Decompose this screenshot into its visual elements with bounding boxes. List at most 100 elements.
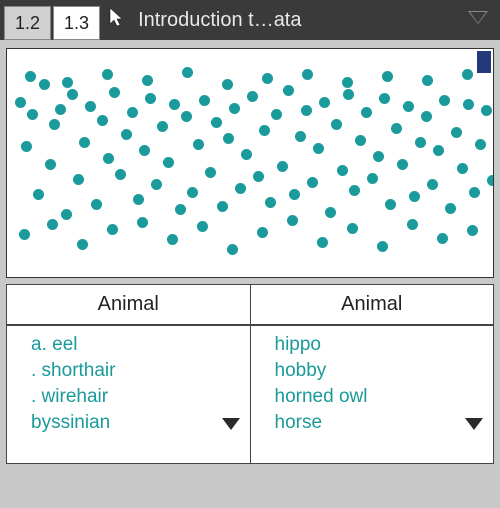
data-point[interactable]	[403, 101, 414, 112]
data-point[interactable]	[342, 77, 353, 88]
data-point[interactable]	[103, 153, 114, 164]
tab-1-2[interactable]: 1.2	[4, 6, 51, 40]
data-point[interactable]	[487, 175, 494, 186]
data-point[interactable]	[127, 107, 138, 118]
data-point[interactable]	[262, 73, 273, 84]
data-point[interactable]	[227, 244, 238, 255]
data-point[interactable]	[91, 199, 102, 210]
data-point[interactable]	[463, 99, 474, 110]
data-point[interactable]	[229, 103, 240, 114]
data-point[interactable]	[109, 87, 120, 98]
list-item[interactable]: hippo	[275, 334, 490, 356]
data-point[interactable]	[49, 119, 60, 130]
data-point[interactable]	[427, 179, 438, 190]
data-point[interactable]	[167, 234, 178, 245]
data-point[interactable]	[385, 199, 396, 210]
data-point[interactable]	[287, 215, 298, 226]
data-point[interactable]	[289, 189, 300, 200]
list-item[interactable]: hobby	[275, 360, 490, 382]
data-point[interactable]	[277, 161, 288, 172]
data-point[interactable]	[217, 201, 228, 212]
data-point[interactable]	[121, 129, 132, 140]
data-point[interactable]	[379, 93, 390, 104]
data-point[interactable]	[422, 75, 433, 86]
data-point[interactable]	[79, 137, 90, 148]
data-point[interactable]	[481, 105, 492, 116]
data-point[interactable]	[391, 123, 402, 134]
data-point[interactable]	[181, 111, 192, 122]
data-point[interactable]	[313, 143, 324, 154]
data-point[interactable]	[257, 227, 268, 238]
column-header[interactable]: Animal	[7, 285, 250, 326]
data-point[interactable]	[259, 125, 270, 136]
data-point[interactable]	[295, 131, 306, 142]
data-point[interactable]	[102, 69, 113, 80]
data-point[interactable]	[169, 99, 180, 110]
data-point[interactable]	[457, 163, 468, 174]
data-point[interactable]	[343, 89, 354, 100]
list-item[interactable]: a. eel	[31, 334, 246, 356]
data-point[interactable]	[133, 194, 144, 205]
data-point[interactable]	[283, 85, 294, 96]
data-point[interactable]	[182, 67, 193, 78]
data-point[interactable]	[265, 197, 276, 208]
data-point[interactable]	[317, 237, 328, 248]
data-point[interactable]	[157, 121, 168, 132]
data-point[interactable]	[199, 95, 210, 106]
data-point[interactable]	[415, 137, 426, 148]
column-dropdown-icon[interactable]	[222, 417, 240, 435]
data-point[interactable]	[337, 165, 348, 176]
data-point[interactable]	[437, 233, 448, 244]
data-point[interactable]	[301, 105, 312, 116]
data-point[interactable]	[115, 169, 126, 180]
data-point[interactable]	[205, 167, 216, 178]
column-header[interactable]: Animal	[251, 285, 494, 326]
data-point[interactable]	[27, 109, 38, 120]
data-point[interactable]	[19, 229, 30, 240]
tab-1-3[interactable]: 1.3	[53, 6, 100, 40]
data-point[interactable]	[97, 115, 108, 126]
data-point[interactable]	[462, 69, 473, 80]
data-point[interactable]	[349, 185, 360, 196]
data-point[interactable]	[47, 219, 58, 230]
data-point[interactable]	[382, 71, 393, 82]
data-point[interactable]	[421, 111, 432, 122]
data-point[interactable]	[222, 79, 233, 90]
data-point[interactable]	[73, 174, 84, 185]
data-point[interactable]	[475, 139, 486, 150]
data-point[interactable]	[397, 159, 408, 170]
data-point[interactable]	[193, 139, 204, 150]
data-point[interactable]	[241, 149, 252, 160]
data-point[interactable]	[211, 117, 222, 128]
data-point[interactable]	[253, 171, 264, 182]
data-point[interactable]	[409, 191, 420, 202]
data-point[interactable]	[25, 71, 36, 82]
data-point[interactable]	[355, 135, 366, 146]
column-dropdown-icon[interactable]	[465, 417, 483, 435]
data-point[interactable]	[61, 209, 72, 220]
data-point[interactable]	[367, 173, 378, 184]
data-point[interactable]	[223, 133, 234, 144]
data-point[interactable]	[187, 187, 198, 198]
data-point[interactable]	[235, 183, 246, 194]
data-point[interactable]	[33, 189, 44, 200]
data-point[interactable]	[139, 145, 150, 156]
data-point[interactable]	[77, 239, 88, 250]
data-point[interactable]	[62, 77, 73, 88]
data-point[interactable]	[439, 95, 450, 106]
data-point[interactable]	[163, 157, 174, 168]
data-point[interactable]	[45, 159, 56, 170]
data-point[interactable]	[85, 101, 96, 112]
data-point[interactable]	[142, 75, 153, 86]
data-point[interactable]	[67, 89, 78, 100]
data-point[interactable]	[15, 97, 26, 108]
list-item[interactable]: byssinian	[31, 412, 246, 434]
list-item[interactable]: horse	[275, 412, 490, 434]
data-point[interactable]	[361, 107, 372, 118]
data-point[interactable]	[39, 79, 50, 90]
data-point[interactable]	[55, 104, 66, 115]
scatter-plot[interactable]	[6, 48, 494, 278]
data-point[interactable]	[469, 187, 480, 198]
data-point[interactable]	[319, 97, 330, 108]
data-point[interactable]	[407, 219, 418, 230]
